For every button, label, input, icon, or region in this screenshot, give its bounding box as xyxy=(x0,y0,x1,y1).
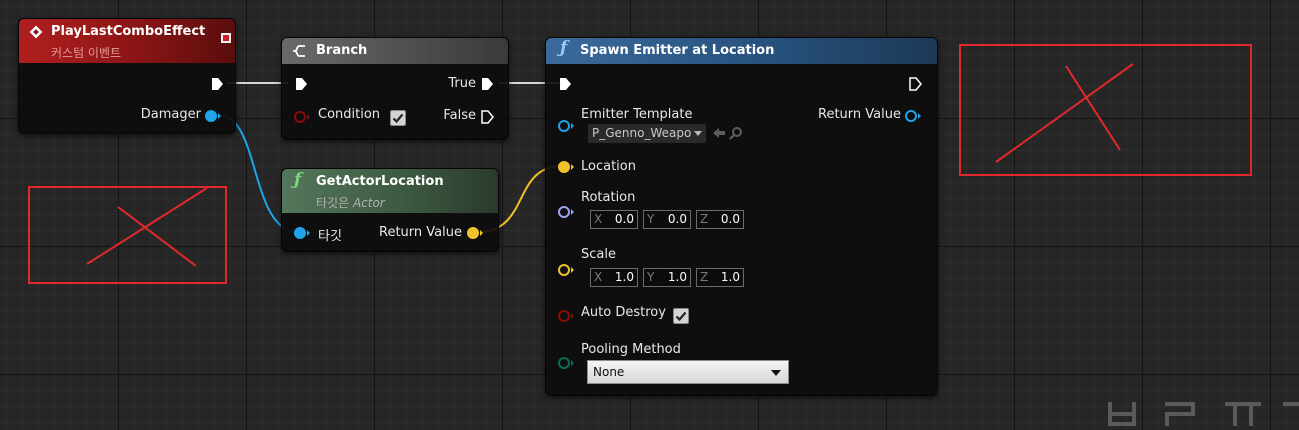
return-vector-pin[interactable] xyxy=(466,226,484,240)
condition-checkbox[interactable] xyxy=(390,110,406,126)
scale-z-field[interactable]: Z 1.0 xyxy=(696,268,744,287)
false-exec-output-pin[interactable] xyxy=(480,110,494,124)
exec-input-pin[interactable] xyxy=(294,77,308,91)
condition-pin-label: Condition xyxy=(318,107,381,122)
exec-input-pin[interactable] xyxy=(558,77,572,91)
axis-label: Z xyxy=(700,212,709,226)
exec-output-pin[interactable] xyxy=(210,77,224,91)
custom-event-node[interactable]: PlayLastComboEffect 커스텀 이벤트 Damager xyxy=(18,18,236,134)
target-object-pin[interactable] xyxy=(293,226,311,240)
rotation-y-field[interactable]: Y 0.0 xyxy=(643,210,691,229)
get-actor-location-node[interactable]: ƒ GetActorLocation 타깃은 Actor 타깃 Return V… xyxy=(281,168,499,252)
subtitle-prefix: 타깃은 xyxy=(316,196,350,210)
scale-x-field[interactable]: X 1.0 xyxy=(590,268,638,287)
annotation-box-left xyxy=(28,186,227,284)
axis-label: X xyxy=(594,270,603,284)
pooling-method-enum-pin[interactable] xyxy=(557,356,575,370)
rotation-x-field[interactable]: X 0.0 xyxy=(590,210,638,229)
pooling-method-value: None xyxy=(593,365,625,379)
return-value-label: Return Value xyxy=(379,225,462,240)
damager-pin-label: Damager xyxy=(140,107,201,122)
chevron-down-icon xyxy=(694,131,702,136)
location-vector-pin[interactable] xyxy=(557,160,575,174)
branch-node[interactable]: Branch True Condition False xyxy=(281,37,509,140)
pooling-method-label: Pooling Method xyxy=(581,342,681,357)
chevron-down-icon xyxy=(771,370,781,376)
node-title: GetActorLocation xyxy=(316,174,444,189)
spawn-emitter-node[interactable]: ƒ Spawn Emitter at Location Emitter Temp… xyxy=(545,37,938,396)
branch-header[interactable]: Branch xyxy=(282,38,508,64)
pooling-method-dropdown[interactable]: None xyxy=(587,360,789,384)
false-pin-label: False xyxy=(443,108,476,123)
custom-event-header[interactable]: PlayLastComboEffect 커스텀 이벤트 xyxy=(19,19,235,63)
axis-label: Y xyxy=(647,270,655,284)
subtitle-target: Actor xyxy=(352,196,385,210)
damager-object-pin[interactable] xyxy=(204,109,222,123)
rotation-rotator-pin[interactable] xyxy=(557,205,575,219)
node-title: Branch xyxy=(316,43,368,58)
emitter-template-value: P_Genno_Weapor xyxy=(592,126,692,140)
auto-destroy-checkbox[interactable] xyxy=(673,308,689,324)
spawn-emitter-header[interactable]: ƒ Spawn Emitter at Location xyxy=(546,38,937,64)
true-exec-output-pin[interactable] xyxy=(480,77,494,91)
search-icon[interactable] xyxy=(729,126,743,140)
checkmark-icon xyxy=(392,113,404,124)
rotation-y-value: 0.0 xyxy=(667,212,687,226)
return-value-label: Return Value xyxy=(818,107,901,122)
scale-vector-pin[interactable] xyxy=(557,263,575,277)
node-subtitle: 타깃은 Actor xyxy=(316,194,385,211)
rotation-label: Rotation xyxy=(581,190,636,205)
axis-label: X xyxy=(594,212,603,226)
rotation-z-value: 0.0 xyxy=(720,212,740,226)
auto-destroy-bool-pin[interactable] xyxy=(557,309,575,323)
scale-label: Scale xyxy=(581,247,616,262)
return-object-pin[interactable] xyxy=(904,109,922,123)
scale-x-value: 1.0 xyxy=(614,270,634,284)
node-title: PlayLastComboEffect xyxy=(51,24,206,39)
node-title: Spawn Emitter at Location xyxy=(580,43,775,58)
exec-output-pin[interactable] xyxy=(908,77,922,91)
emitter-template-label: Emitter Template xyxy=(581,107,693,122)
delegate-pin-icon[interactable] xyxy=(221,33,231,43)
checkmark-icon xyxy=(675,311,687,322)
axis-label: Y xyxy=(647,212,655,226)
emitter-template-pin[interactable] xyxy=(557,119,575,133)
scale-y-value: 1.0 xyxy=(667,270,687,284)
event-diamond-icon xyxy=(29,25,43,39)
branch-icon xyxy=(293,45,305,57)
get-actor-location-header[interactable]: ƒ GetActorLocation 타깃은 Actor xyxy=(282,169,498,213)
function-icon: ƒ xyxy=(560,38,568,58)
use-selected-asset-icon[interactable] xyxy=(712,127,726,139)
rotation-z-field[interactable]: Z 0.0 xyxy=(696,210,744,229)
scale-z-value: 1.0 xyxy=(720,270,740,284)
axis-label: Z xyxy=(700,270,709,284)
target-pin-label: 타깃 xyxy=(318,229,342,244)
emitter-template-dropdown[interactable]: P_Genno_Weapor xyxy=(588,124,706,143)
scale-y-field[interactable]: Y 1.0 xyxy=(643,268,691,287)
rotation-x-value: 0.0 xyxy=(614,212,634,226)
location-label: Location xyxy=(581,159,636,174)
node-subtitle: 커스텀 이벤트 xyxy=(51,46,122,60)
condition-bool-pin[interactable] xyxy=(293,110,311,124)
true-pin-label: True xyxy=(448,76,476,91)
annotation-box-right xyxy=(959,44,1252,176)
auto-destroy-label: Auto Destroy xyxy=(581,305,666,320)
function-icon: ƒ xyxy=(294,170,302,190)
